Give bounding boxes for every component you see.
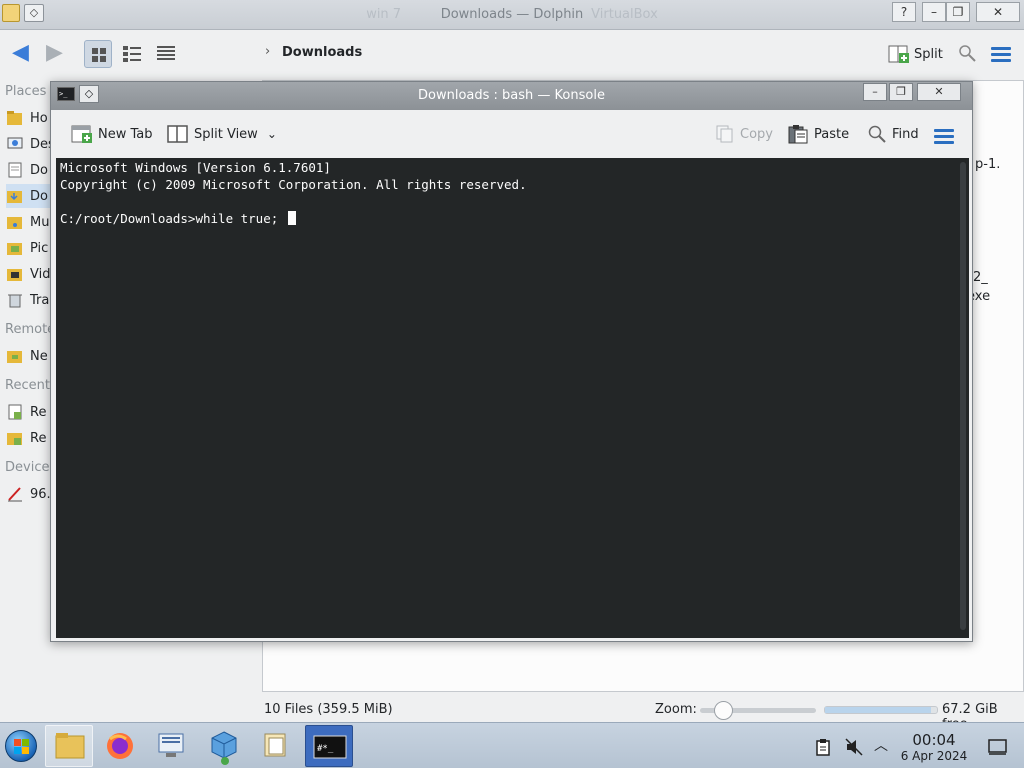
split-view-label: Split View: [194, 126, 258, 142]
devices-header: Devices: [5, 460, 57, 475]
firefox-icon: [107, 733, 133, 759]
copy-button[interactable]: Copy: [715, 124, 773, 144]
dolphin-toolbar: ◀ ▶ › Downloads Split: [0, 30, 1024, 78]
details-view-button[interactable]: [152, 40, 180, 68]
drive-icon: [8, 487, 22, 502]
terminal-line: Microsoft Windows [Version 6.1.7601]: [60, 160, 331, 175]
virtualbox-task[interactable]: [200, 725, 248, 767]
pictures-folder-icon: [7, 243, 22, 255]
help-button[interactable]: ?: [892, 2, 916, 22]
documents-icon: [8, 162, 22, 178]
terminal-prompt: C:/root/Downloads>while true;: [60, 211, 286, 226]
zoom-slider-handle[interactable]: [713, 701, 733, 720]
music-folder-icon: [7, 217, 22, 229]
clipboard-icon[interactable]: [815, 738, 831, 760]
dolphin-task[interactable]: [252, 725, 300, 767]
remote-header: Remote: [5, 322, 56, 337]
zoom-label: Zoom:: [655, 702, 697, 717]
trash-icon: [8, 294, 22, 308]
menu-icon[interactable]: [934, 129, 954, 147]
search-icon[interactable]: [958, 44, 976, 66]
konsole-icon: #*_: [313, 735, 347, 759]
new-tab-icon: [71, 125, 92, 143]
recent-locations-icon: [7, 433, 22, 445]
network-settings-icon: [158, 733, 184, 757]
virtualbox-icon: [211, 731, 237, 765]
minimize-button[interactable]: –: [922, 2, 946, 22]
firefox-task[interactable]: [96, 725, 144, 767]
status-bar: 10 Files (359.5 MiB) Zoom: 67.2 GiB free: [0, 698, 1024, 732]
paste-button[interactable]: Paste: [787, 124, 849, 144]
volume-muted-icon[interactable]: [845, 738, 863, 760]
terminal-prompt-line: C:/root/Downloads>while true;: [60, 211, 296, 226]
close-button[interactable]: ✕: [917, 83, 961, 101]
recent-header: Recent: [5, 378, 50, 393]
free-space-fill: [825, 707, 932, 713]
svg-text:#*_: #*_: [317, 744, 334, 754]
split-icon: [888, 45, 909, 63]
chevron-down-icon[interactable]: ⌄: [267, 127, 277, 141]
recent-files-icon: [8, 404, 22, 420]
maximize-button[interactable]: ❐: [946, 2, 970, 22]
back-icon[interactable]: ◀: [12, 41, 29, 65]
clock-time[interactable]: 00:04: [894, 731, 974, 749]
details-view-icon: [157, 46, 175, 60]
konsole-toolbar: New Tab Split View ⌄ Copy Paste Find: [51, 110, 972, 158]
clock-date[interactable]: 6 Apr 2024: [894, 749, 974, 763]
places-header: Places: [5, 84, 47, 99]
terminal-scrollbar[interactable]: [960, 162, 966, 630]
network-folder-icon: [7, 351, 22, 363]
minimize-button[interactable]: –: [863, 83, 887, 101]
home-folder-icon: [7, 111, 22, 125]
videos-folder-icon: [7, 269, 22, 281]
konsole-title: Downloads : bash — Konsole: [418, 88, 605, 103]
taskbar: #*_ ︿ 00:04 6 Apr 2024: [0, 722, 1024, 768]
copy-label: Copy: [740, 126, 773, 142]
compact-view-button[interactable]: [118, 40, 146, 68]
dolphin-icon: [264, 733, 286, 757]
terminal-line: Copyright (c) 2009 Microsoft Corporation…: [60, 177, 527, 192]
split-view-button[interactable]: Split View ⌄: [167, 124, 277, 144]
close-button[interactable]: ✕: [976, 2, 1020, 22]
text-cursor: [287, 211, 296, 225]
find-label: Find: [892, 126, 919, 142]
start-orb-icon[interactable]: [5, 730, 37, 762]
terminal-area[interactable]: Microsoft Windows [Version 6.1.7601] Cop…: [56, 158, 969, 638]
split-button[interactable]: Split: [888, 44, 943, 64]
downloads-folder-icon: [7, 191, 22, 203]
menu-icon[interactable]: [991, 47, 1011, 65]
konsole-task[interactable]: #*_: [305, 725, 353, 767]
new-tab-button[interactable]: New Tab: [71, 124, 153, 144]
find-button[interactable]: Find: [867, 124, 919, 144]
file-name-fragment: p-1.: [975, 157, 1001, 172]
split-label: Split: [914, 46, 943, 62]
file-name-fragment: 2_: [973, 270, 988, 285]
konsole-titlebar[interactable]: >_ ◇ Downloads : bash — Konsole – ❐ ✕: [51, 82, 972, 110]
network-settings-task[interactable]: [148, 725, 196, 767]
desktop-icon: [7, 137, 23, 149]
paste-label: Paste: [814, 126, 850, 142]
paste-icon: [788, 125, 808, 144]
breadcrumb-chevron-icon: ›: [265, 44, 271, 59]
konsole-window: >_ ◇ Downloads : bash — Konsole – ❐ ✕ Ne…: [50, 81, 973, 642]
new-tab-label: New Tab: [98, 126, 153, 142]
compact-view-icon: [123, 46, 141, 62]
file-explorer-task[interactable]: [45, 725, 93, 767]
split-view-icon: [167, 125, 188, 143]
show-desktop-icon[interactable]: [988, 738, 1008, 760]
icons-view-button[interactable]: [84, 40, 112, 68]
forward-icon[interactable]: ▶: [46, 41, 63, 65]
file-count: 10 Files (359.5 MiB): [264, 702, 393, 717]
search-icon: [868, 125, 886, 143]
copy-icon: [716, 125, 733, 143]
tray-expand-icon[interactable]: ︿: [874, 735, 888, 755]
free-space-bar: [824, 706, 938, 714]
breadcrumb[interactable]: Downloads: [282, 45, 362, 60]
file-explorer-icon: [55, 733, 85, 759]
maximize-button[interactable]: ❐: [889, 83, 913, 101]
window-title: Downloads — Dolphin: [440, 7, 584, 22]
icons-view-icon: [92, 48, 106, 62]
dolphin-titlebar[interactable]: ◇ win 7 VirtualBox Downloads — Dolphin ?…: [0, 0, 1024, 30]
